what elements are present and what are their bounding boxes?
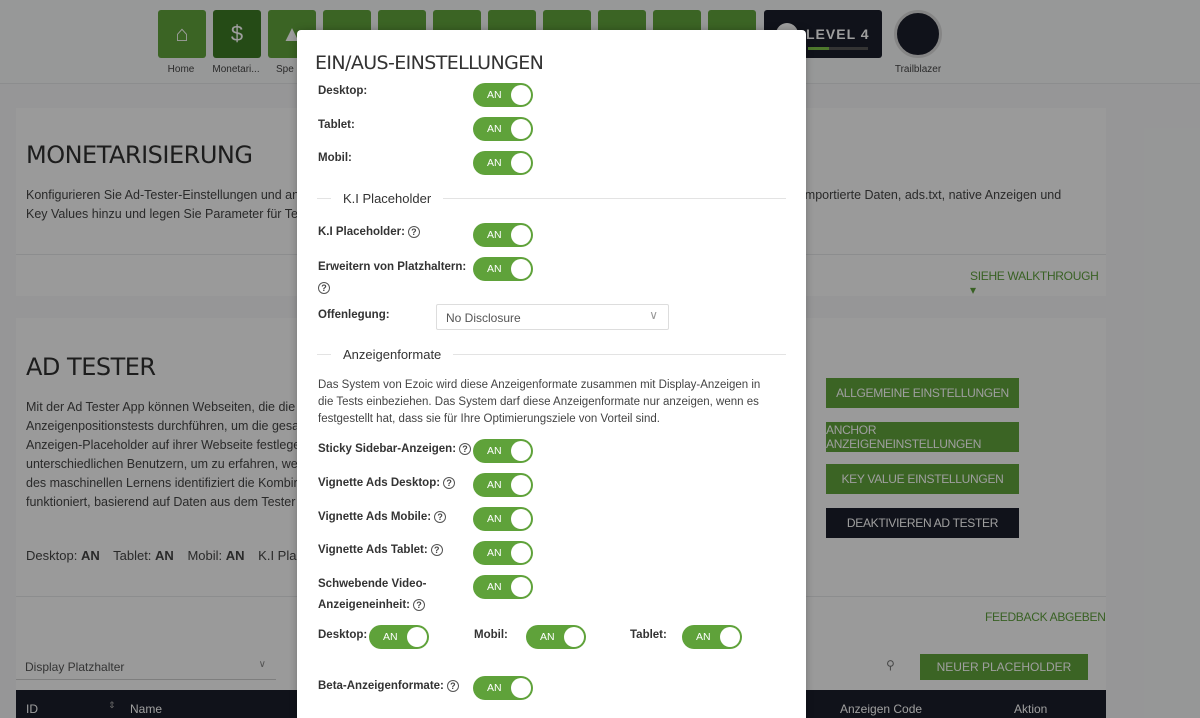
floating-tablet-label: Tablet: [630, 629, 667, 641]
toggle-settings-modal: EIN/AUS-EINSTELLUNGEN Desktop: AN Tablet… [297, 30, 806, 718]
ki-section-title: K.I Placeholder [331, 191, 444, 206]
floating-desktop-label: Desktop: [318, 629, 368, 641]
floating-tablet-toggle[interactable]: AN [682, 625, 742, 649]
help-icon[interactable]: ? [443, 477, 456, 489]
desktop-label: Desktop: [318, 85, 368, 97]
mobile-toggle[interactable]: AN [473, 151, 533, 175]
ki-section-divider: K.I Placeholder [317, 191, 786, 206]
modal-title: EIN/AUS-EINSTELLUNGEN [315, 52, 544, 74]
mobile-label: Mobil: [318, 152, 352, 164]
floating-desktop-toggle[interactable]: AN [369, 625, 429, 649]
help-icon[interactable]: ? [430, 544, 443, 556]
floating-video-label: Schwebende Video- Anzeigeneinheit:? [318, 578, 427, 611]
help-icon[interactable]: ? [318, 282, 330, 294]
extend-placeholders-toggle[interactable]: AN [473, 257, 533, 281]
desktop-toggle[interactable]: AN [473, 83, 533, 107]
help-icon[interactable]: ? [413, 599, 426, 611]
sticky-sidebar-label: Sticky Sidebar-Anzeigen:? [318, 439, 472, 460]
formats-description: Das System von Ezoic wird diese Anzeigen… [318, 379, 761, 425]
vignette-desktop-toggle[interactable]: AN [473, 473, 533, 497]
floating-mobile-label: Mobil: [474, 629, 508, 641]
disclosure-select[interactable]: No Disclosure ∨ [436, 304, 669, 330]
floating-mobile-toggle[interactable]: AN [526, 625, 586, 649]
sticky-sidebar-toggle[interactable]: AN [473, 439, 533, 463]
ki-placeholder-toggle[interactable]: AN [473, 223, 533, 247]
help-icon[interactable]: ? [407, 226, 420, 238]
vignette-tablet-toggle[interactable]: AN [473, 541, 533, 565]
formats-section-divider: Anzeigenformate [317, 347, 786, 362]
chevron-down-icon: ∨ [649, 308, 658, 322]
tablet-label: Tablet: [318, 119, 355, 131]
floating-video-toggle[interactable]: AN [473, 575, 533, 599]
disclosure-label: Offenlegung: [318, 309, 390, 321]
vignette-tablet-label: Vignette Ads Tablet:? [318, 540, 443, 561]
beta-formats-label: Beta-Anzeigenformate:? [318, 676, 459, 697]
vignette-desktop-label: Vignette Ads Desktop:? [318, 473, 456, 494]
extend-placeholders-label: Erweitern von Platzhaltern:? [318, 261, 467, 294]
tablet-toggle[interactable]: AN [473, 117, 533, 141]
vignette-mobile-toggle[interactable]: AN [473, 507, 533, 531]
vignette-mobile-label: Vignette Ads Mobile:? [318, 507, 447, 528]
help-icon[interactable]: ? [459, 443, 472, 455]
help-icon[interactable]: ? [446, 680, 459, 692]
formats-section-title: Anzeigenformate [331, 347, 454, 362]
ki-placeholder-label: K.I Placeholder:? [318, 222, 420, 243]
help-icon[interactable]: ? [434, 511, 447, 523]
beta-formats-toggle[interactable]: AN [473, 676, 533, 700]
